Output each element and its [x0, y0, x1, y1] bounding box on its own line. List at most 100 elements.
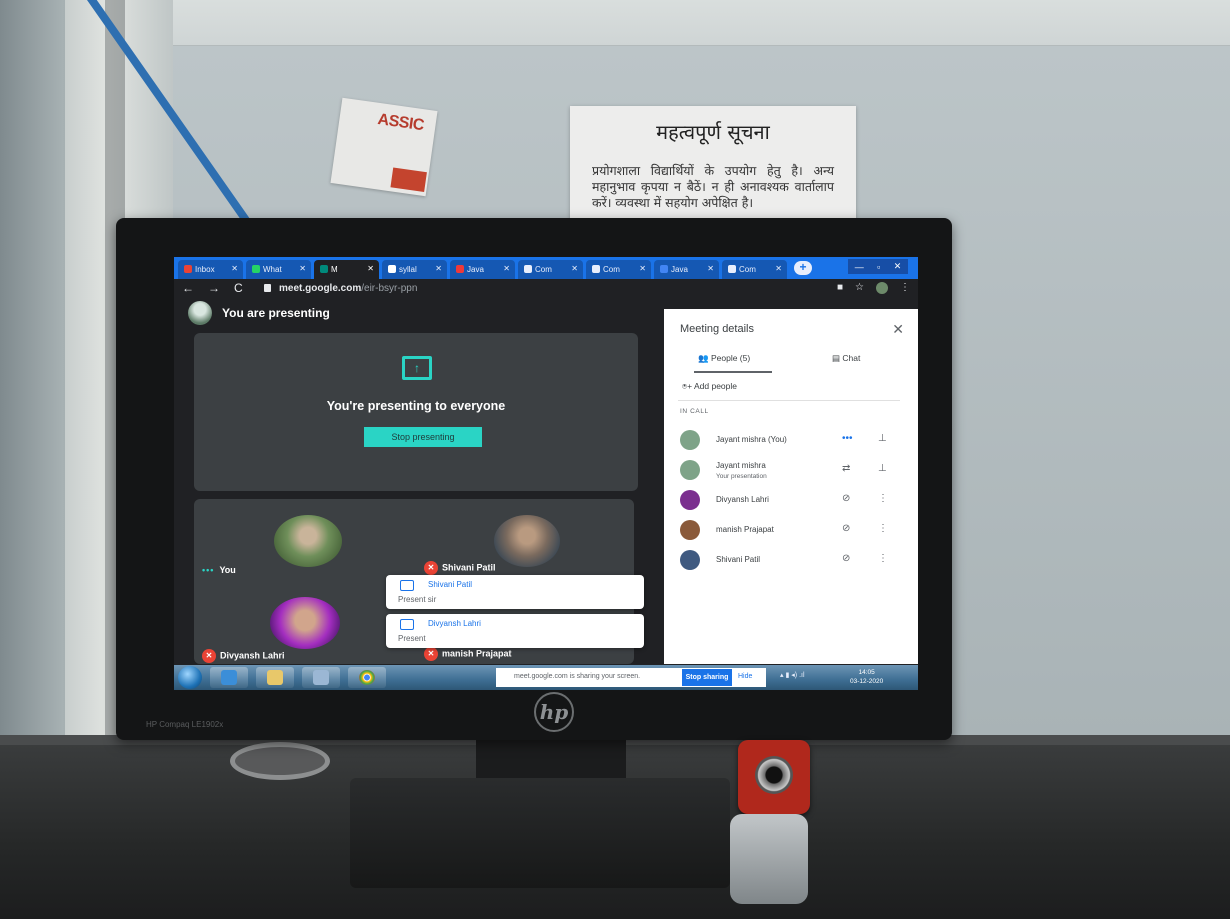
webcam-lens	[755, 756, 793, 794]
close-tab-icon[interactable]: ✕	[571, 264, 578, 273]
screen-sharing-bar: meet.google.com is sharing your screen. …	[496, 668, 766, 687]
close-icon[interactable]: ✕	[892, 321, 904, 338]
address-bar: ← → C meet.google.com/eir-bsyr-ppn ■ ☆ ⋮	[174, 279, 918, 299]
in-call-heading: IN CALL	[680, 408, 709, 415]
chat-notification[interactable]: Shivani Patil Present sir	[386, 575, 644, 609]
close-window-icon[interactable]: ✕	[894, 261, 902, 272]
t-icon	[524, 265, 532, 273]
tile-name: manish Prajapat	[442, 648, 512, 659]
taskbar-clock[interactable]: 14:05 03-12-2020	[850, 668, 883, 686]
menu-icon[interactable]: ⋮	[900, 282, 910, 294]
participant-name: Divyansh Lahri	[716, 495, 769, 504]
close-tab-icon[interactable]: ✕	[435, 264, 442, 273]
tab-label: Com	[739, 265, 756, 274]
notice-body: प्रयोगशाला विद्यार्थियों के उपयोग हेतु ह…	[592, 163, 834, 210]
hp-logo: hp	[534, 692, 574, 732]
taskbar-explorer-button[interactable]	[256, 667, 294, 688]
taskbar-app-button[interactable]	[302, 667, 340, 688]
add-people-label: Add people	[693, 381, 737, 391]
avatar	[274, 515, 342, 567]
close-tab-icon[interactable]: ✕	[707, 264, 714, 273]
meet-main: You are presenting ↑ You're presenting t…	[174, 299, 664, 664]
avatar	[680, 490, 700, 510]
forward-icon[interactable]: →	[208, 281, 220, 295]
tab-label: Java	[671, 265, 688, 274]
gmail-icon	[184, 265, 192, 273]
monitor-stand-base	[350, 778, 730, 888]
avatar	[680, 550, 700, 570]
mic-off-icon: ⊘	[842, 553, 851, 564]
avatar	[270, 597, 340, 649]
active-tab-indicator	[694, 371, 772, 373]
tab-people[interactable]: 👥 People (5)	[698, 353, 750, 364]
close-tab-icon[interactable]: ✕	[503, 264, 510, 273]
add-person-icon: ⍟+	[682, 381, 693, 391]
window-controls: — ▫ ✕	[848, 259, 908, 274]
more-icon[interactable]: ⋮	[878, 553, 888, 564]
sticker-band	[390, 167, 427, 193]
back-icon[interactable]: ←	[182, 281, 194, 295]
camera-icon[interactable]: ■	[837, 282, 843, 294]
more-icon[interactable]: ⋮	[878, 523, 888, 534]
more-icon[interactable]: ⋮	[878, 493, 888, 504]
presenting-message: You're presenting to everyone	[326, 399, 506, 413]
address-bar-icons: ■ ☆ ⋮	[837, 282, 910, 294]
tab-chat[interactable]: ▤ Chat	[832, 353, 860, 364]
close-tab-icon[interactable]: ✕	[231, 264, 238, 273]
browser-tab[interactable]: Com ✕	[722, 260, 787, 279]
folder-icon	[267, 670, 283, 685]
add-people-button[interactable]: ⍟+ Add people	[682, 381, 737, 392]
browser-tab[interactable]: Java ✕	[654, 260, 719, 279]
mic-off-icon: ✕	[202, 649, 216, 663]
browser-tab[interactable]: What ✕	[246, 260, 311, 279]
stop-sharing-button[interactable]: Stop sharing	[682, 669, 732, 686]
close-tab-icon[interactable]: ✕	[639, 264, 646, 273]
profile-avatar[interactable]	[876, 282, 888, 294]
presenting-header: You are presenting	[188, 301, 330, 325]
network-icon[interactable]: ▮	[785, 672, 789, 679]
browser-tab[interactable]: Java ✕	[450, 260, 515, 279]
signal-icon[interactable]: .ıl	[799, 672, 804, 679]
close-tab-icon[interactable]: ✕	[367, 264, 374, 273]
minimize-icon[interactable]: —	[855, 262, 864, 272]
browser-tab[interactable]: Com ✕	[586, 260, 651, 279]
restore-icon[interactable]: ▫	[877, 262, 880, 272]
webcam-clip	[730, 814, 808, 904]
hide-button[interactable]: Hide	[738, 673, 752, 680]
close-tab-icon[interactable]: ✕	[775, 264, 782, 273]
volume-icon[interactable]: ◂)	[791, 672, 797, 679]
participant-row[interactable]: manish Prajapat ⊘ ⋮	[680, 517, 902, 543]
new-tab-button[interactable]: +	[794, 261, 812, 275]
avatar	[680, 430, 700, 450]
whatsapp-icon	[252, 265, 260, 273]
bookmark-star-icon[interactable]: ☆	[855, 282, 864, 294]
browser-tab[interactable]: Inbox ✕	[178, 260, 243, 279]
clock-date: 03-12-2020	[850, 678, 884, 685]
participant-row[interactable]: Divyansh Lahri ⊘ ⋮	[680, 487, 902, 513]
browser-tab[interactable]: Com ✕	[518, 260, 583, 279]
chat-bubble-icon	[400, 619, 414, 630]
taskbar-chrome-button[interactable]	[348, 667, 386, 688]
reload-icon[interactable]: C	[234, 281, 243, 295]
pin-icon[interactable]: ⊥	[878, 433, 887, 444]
tab-label: Java	[467, 265, 484, 274]
tile-name: Shivani Patil	[442, 562, 496, 573]
browser-tab[interactable]: syllal ✕	[382, 260, 447, 279]
pin-icon[interactable]: ⊥	[878, 463, 887, 474]
tray-arrow-icon[interactable]: ▴	[780, 672, 784, 679]
tile-name-shivani: ✕ Shivani Patil	[424, 561, 496, 575]
browser-tab[interactable]: M ✕	[314, 260, 379, 279]
participant-row[interactable]: Jayant mishra Your presentation ⇄ ⊥	[680, 457, 902, 483]
start-button[interactable]	[178, 666, 202, 689]
sticker-logo: ASSIC	[376, 110, 425, 135]
taskbar-ie-button[interactable]	[210, 667, 248, 688]
browser-tab-bar: + — ▫ ✕ Inbox ✕ What ✕ M ✕ syllal ✕ Java ✕ Com ✕ Com…	[174, 257, 918, 279]
close-tab-icon[interactable]: ✕	[299, 264, 306, 273]
url-field[interactable]: meet.google.com/eir-bsyr-ppn	[279, 283, 417, 294]
chat-notification[interactable]: Divyansh Lahri Present	[386, 614, 644, 648]
stop-presenting-button[interactable]: Stop presenting	[364, 427, 482, 447]
mic-off-icon: ⊘	[842, 493, 851, 504]
panel-title: Meeting details	[680, 323, 754, 335]
participant-row[interactable]: Shivani Patil ⊘ ⋮	[680, 547, 902, 573]
participant-row[interactable]: Jayant mishra (You) ••• ⊥	[680, 427, 902, 453]
